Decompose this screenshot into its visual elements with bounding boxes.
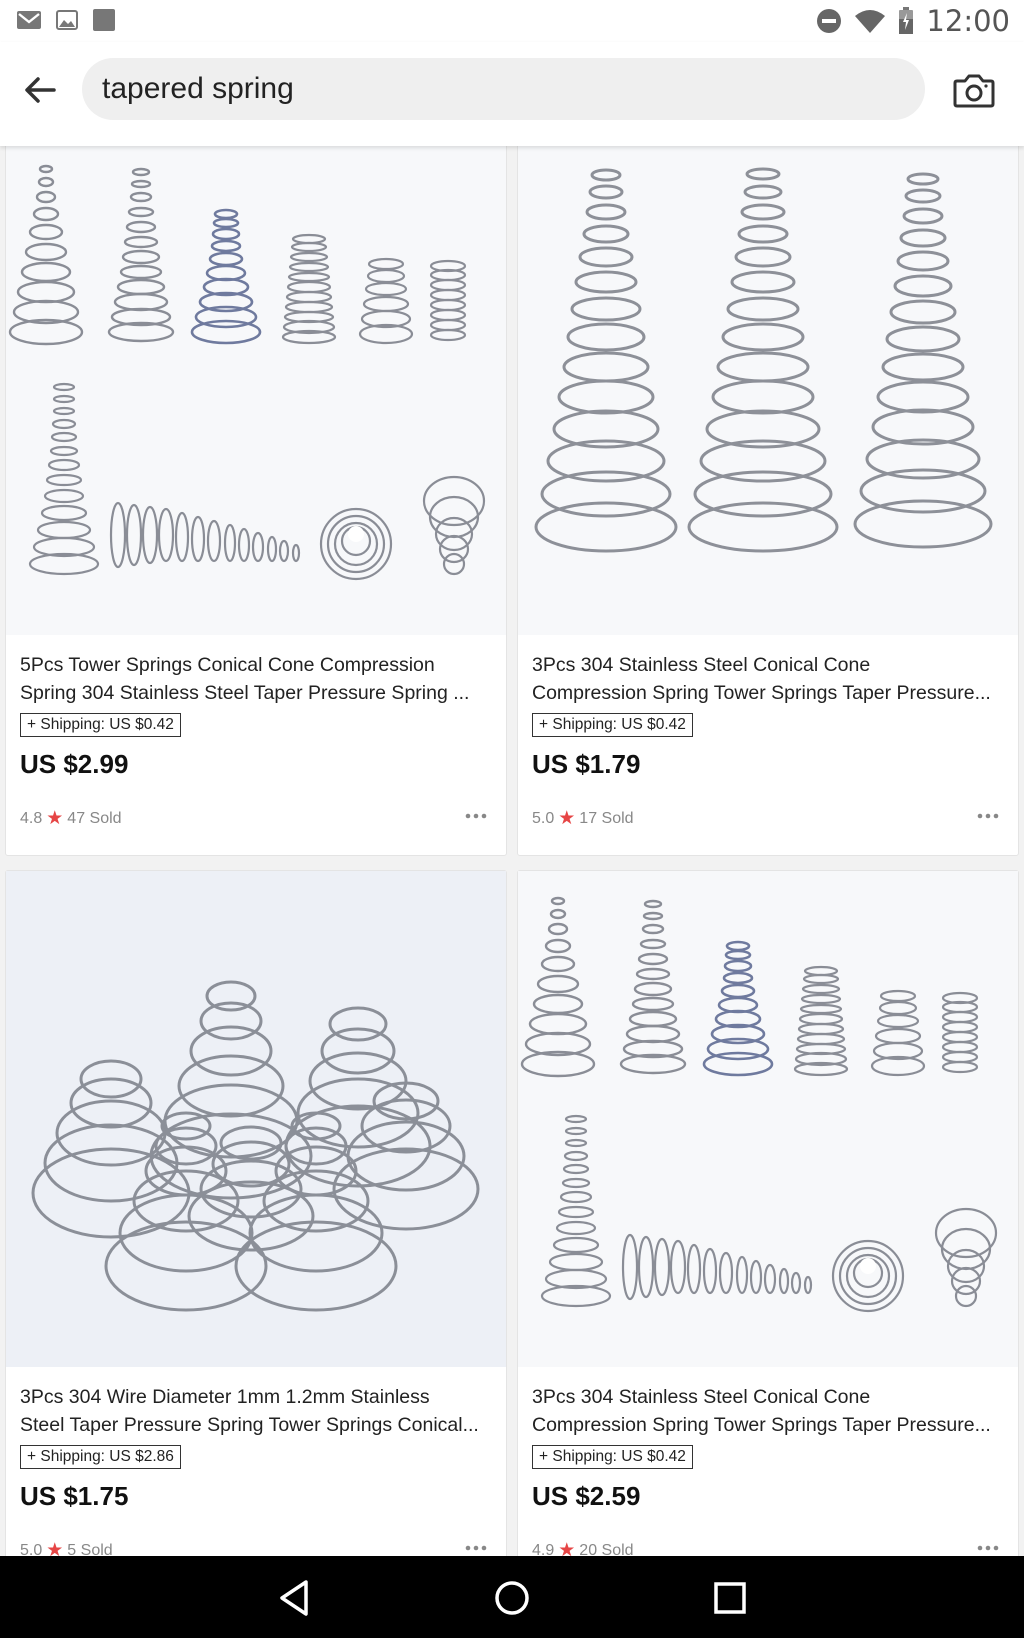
product-title-line: 5Pcs Tower Springs Conical Cone Compress…	[20, 654, 435, 676]
product-title[interactable]: 5Pcs Tower Springs Conical Cone Compress…	[20, 651, 496, 707]
product-card[interactable]: 3Pcs 304 Stainless Steel Conical Cone Co…	[517, 146, 1019, 856]
product-image[interactable]	[518, 146, 1018, 635]
product-grid: 5Pcs Tower Springs Conical Cone Compress…	[0, 146, 1024, 1556]
rating-value: 5.0	[532, 809, 555, 827]
gmail-icon	[17, 11, 41, 29]
sold-count: 17 Sold	[579, 809, 634, 827]
product-meta: 4.8 ★ 47 Sold	[20, 807, 122, 830]
product-price: US $1.79	[532, 749, 641, 779]
product-title-line: Steel Taper Pressure Spring Tower Spring…	[20, 1414, 479, 1436]
search-header: tapered spring	[0, 42, 1024, 146]
star-icon: ★	[558, 1540, 576, 1556]
more-options-icon[interactable]	[464, 1541, 488, 1555]
app-icon	[93, 9, 115, 31]
product-card[interactable]: 3Pcs 304 Stainless Steel Conical Cone Co…	[517, 870, 1019, 1556]
status-bar: 12:00	[0, 0, 1024, 42]
sold-count: 20 Sold	[579, 1541, 634, 1557]
product-image[interactable]	[518, 871, 1018, 1367]
search-input[interactable]: tapered spring	[82, 58, 925, 120]
product-title-line: 3Pcs 304 Stainless Steel Conical Cone	[532, 654, 871, 676]
product-meta: 5.0 ★ 17 Sold	[532, 807, 634, 830]
rating-value: 5.0	[20, 1541, 43, 1557]
star-icon: ★	[558, 808, 576, 829]
product-title[interactable]: 3Pcs 304 Stainless Steel Conical Cone Co…	[532, 1383, 1008, 1439]
product-title[interactable]: 3Pcs 304 Stainless Steel Conical Cone Co…	[532, 651, 1008, 707]
product-title-line: Compression Spring Tower Springs Taper P…	[532, 682, 991, 704]
more-options-icon[interactable]	[976, 809, 1000, 823]
shipping-badge: + Shipping: US $0.42	[532, 1445, 693, 1469]
shipping-badge: + Shipping: US $0.42	[20, 713, 181, 737]
product-title[interactable]: 3Pcs 304 Wire Diameter 1mm 1.2mm Stainle…	[20, 1383, 496, 1439]
product-price: US $1.75	[20, 1481, 129, 1511]
more-options-icon[interactable]	[464, 809, 488, 823]
battery-icon	[899, 7, 914, 34]
product-card[interactable]: 3Pcs 304 Wire Diameter 1mm 1.2mm Stainle…	[5, 870, 507, 1556]
product-title-line: Compression Spring Tower Springs Taper P…	[532, 1414, 991, 1436]
star-icon: ★	[46, 808, 64, 829]
more-options-icon[interactable]	[976, 1541, 1000, 1555]
sold-count: 5 Sold	[67, 1541, 113, 1557]
product-price: US $2.99	[20, 749, 129, 779]
clock: 12:00	[926, 4, 1010, 38]
shipping-badge: + Shipping: US $2.86	[20, 1445, 181, 1469]
system-nav-bar	[0, 1556, 1024, 1638]
product-card[interactable]: 5Pcs Tower Springs Conical Cone Compress…	[5, 146, 507, 856]
star-icon: ★	[46, 1540, 64, 1556]
product-image[interactable]	[6, 146, 506, 635]
product-title-line: 3Pcs 304 Wire Diameter 1mm 1.2mm Stainle…	[20, 1386, 430, 1408]
shipping-badge: + Shipping: US $0.42	[532, 713, 693, 737]
wifi-icon	[855, 10, 886, 33]
product-title-line: 3Pcs 304 Stainless Steel Conical Cone	[532, 1386, 871, 1408]
camera-icon[interactable]	[952, 68, 996, 112]
gallery-icon	[56, 10, 78, 30]
search-query: tapered spring	[102, 72, 294, 105]
dnd-icon	[817, 9, 842, 33]
arrow-left-icon[interactable]	[18, 68, 62, 112]
sold-count: 47 Sold	[67, 809, 122, 827]
recents-square-icon[interactable]	[706, 1574, 754, 1622]
rating-value: 4.8	[20, 809, 43, 827]
rating-value: 4.9	[532, 1541, 555, 1557]
product-image[interactable]	[6, 871, 506, 1367]
home-circle-icon[interactable]	[488, 1574, 536, 1622]
product-meta: 4.9 ★ 20 Sold	[532, 1539, 634, 1556]
product-price: US $2.59	[532, 1481, 641, 1511]
back-triangle-icon[interactable]	[270, 1574, 318, 1622]
product-title-line: Spring 304 Stainless Steel Taper Pressur…	[20, 682, 470, 704]
product-meta: 5.0 ★ 5 Sold	[20, 1539, 113, 1556]
